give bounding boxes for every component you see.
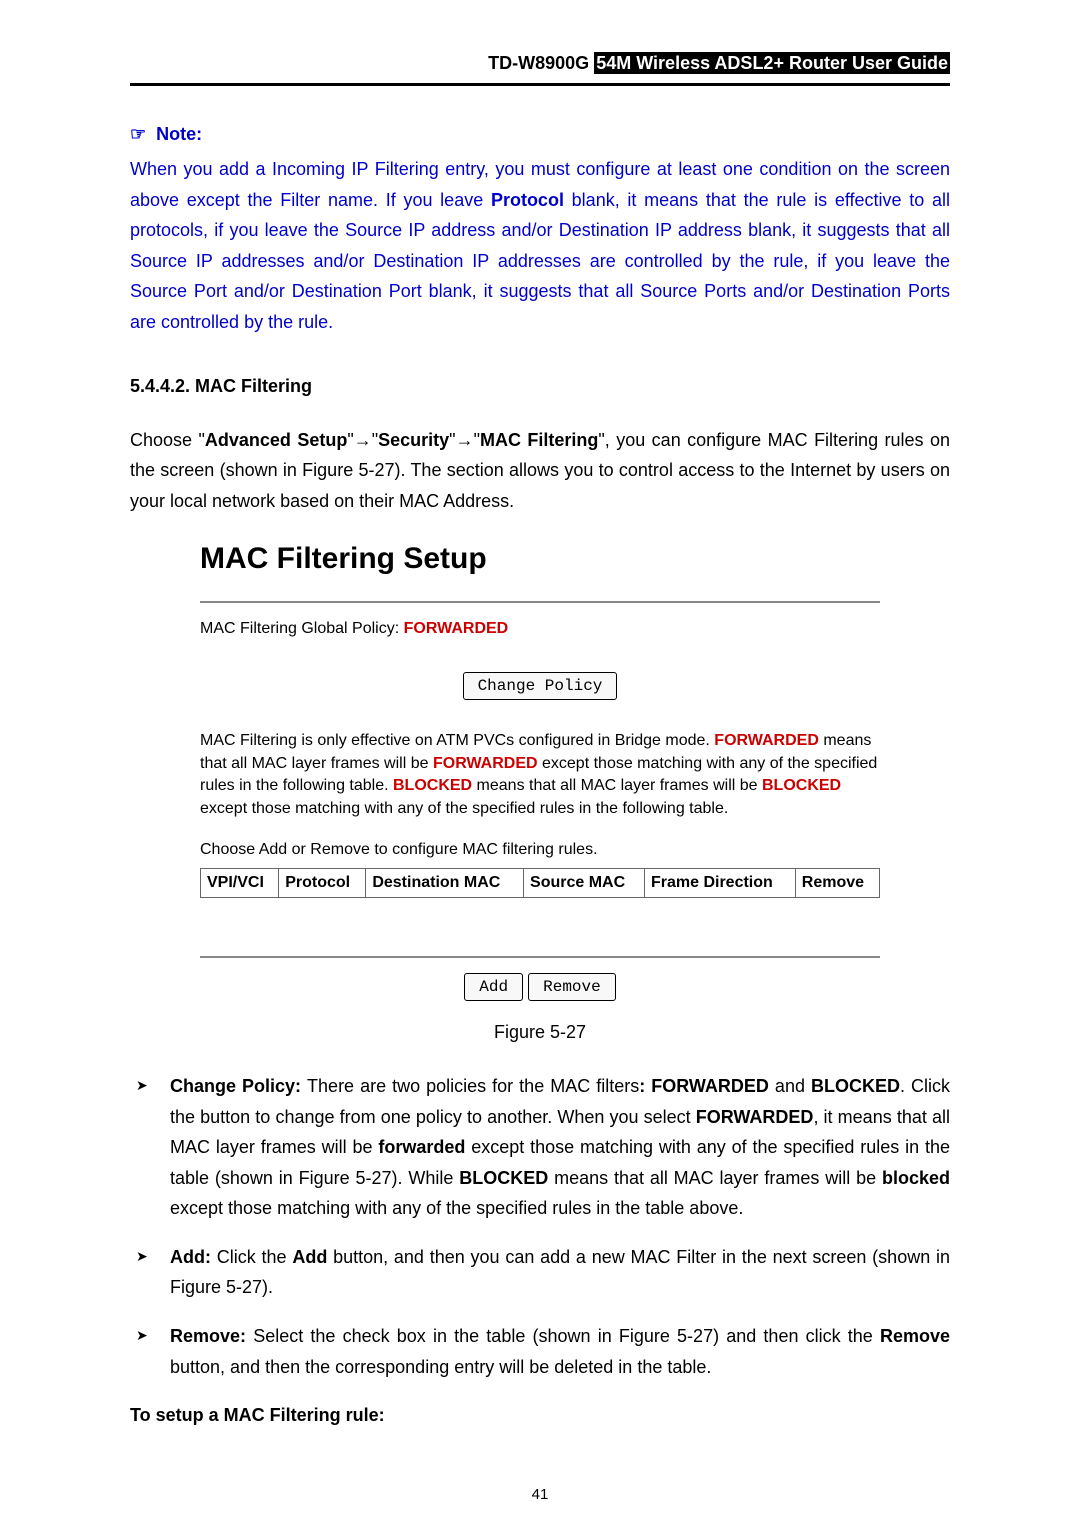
table-empty-area <box>200 898 880 958</box>
section-paragraph: Choose "Advanced Setup"→"Security"→"MAC … <box>130 425 950 517</box>
txt: button, and then the corresponding entry… <box>170 1357 711 1377</box>
txt: means that all MAC layer frames will be <box>548 1168 882 1188</box>
fig-description: MAC Filtering is only effective on ATM P… <box>200 730 880 820</box>
col-vpi-vci: VPI/VCI <box>201 868 279 897</box>
col-remove: Remove <box>795 868 879 897</box>
txt: Click the <box>217 1247 293 1267</box>
txt: There are two policies for the MAC filte… <box>307 1076 639 1096</box>
remove-button[interactable]: Remove <box>528 973 616 1001</box>
bullet-change-policy: ➤ Change Policy: There are two policies … <box>130 1071 950 1224</box>
note-body: When you add a Incoming IP Filtering ent… <box>130 154 950 338</box>
page-header: TD-W8900G 54M Wireless ADSL2+ Router Use… <box>130 50 950 77</box>
screenshot-title: MAC Filtering Setup <box>200 536 880 581</box>
bullet-marker-icon: ➤ <box>130 1321 170 1382</box>
forwarded-word: FORWARDED <box>433 755 538 772</box>
note-heading: Note: <box>130 121 950 148</box>
mac-filter-table: VPI/VCI Protocol Destination MAC Source … <box>200 868 880 898</box>
txt: Add <box>292 1247 327 1267</box>
bullet-content: Add: Click the Add button, and then you … <box>170 1242 950 1303</box>
bullet-head: Remove: <box>170 1326 253 1346</box>
policy-line: MAC Filtering Global Policy: FORWARDED <box>200 617 880 641</box>
path-advanced-setup: Advanced Setup <box>205 430 347 450</box>
forwarded-word: FORWARDED <box>714 732 819 749</box>
section-heading: 5.4.4.2. MAC Filtering <box>130 373 950 400</box>
col-frame-direction: Frame Direction <box>644 868 795 897</box>
fig-rule <box>200 601 880 603</box>
path-mac-filtering: MAC Filtering <box>480 430 598 450</box>
policy-value: FORWARDED <box>404 620 509 637</box>
txt: forwarded <box>378 1137 465 1157</box>
bullet-content: Remove: Select the check box in the tabl… <box>170 1321 950 1382</box>
choose-text: Choose Add or Remove to configure MAC fi… <box>200 838 880 862</box>
txt: except those matching with any of the sp… <box>170 1198 743 1218</box>
txt: : FORWARDED <box>639 1076 769 1096</box>
figure-screenshot: MAC Filtering Setup MAC Filtering Global… <box>200 536 880 1001</box>
arrow-icon: → <box>456 430 474 450</box>
path-security: Security <box>378 430 449 450</box>
model-number: TD-W8900G <box>488 53 589 73</box>
header-rule <box>130 83 950 86</box>
bullet-head: Change Policy: <box>170 1076 307 1096</box>
txt: Remove <box>880 1326 950 1346</box>
bullet-marker-icon: ➤ <box>130 1071 170 1224</box>
col-protocol: Protocol <box>279 868 366 897</box>
col-source-mac: Source MAC <box>524 868 645 897</box>
arrow-icon: → <box>354 430 372 450</box>
setup-rule-heading: To setup a MAC Filtering rule: <box>130 1402 950 1429</box>
txt: BLOCKED <box>459 1168 548 1188</box>
change-policy-row: Change Policy <box>200 671 880 700</box>
txt: except those matching with any of the sp… <box>200 800 728 817</box>
txt: BLOCKED <box>811 1076 900 1096</box>
txt: MAC Filtering is only effective on ATM P… <box>200 732 714 749</box>
add-remove-row: Add Remove <box>200 972 880 1001</box>
change-policy-button[interactable]: Change Policy <box>463 672 618 700</box>
add-button[interactable]: Add <box>464 973 523 1001</box>
txt: Select the check box in the table (shown… <box>253 1326 880 1346</box>
bullet-remove: ➤ Remove: Select the check box in the ta… <box>130 1321 950 1382</box>
blocked-word: BLOCKED <box>393 777 472 794</box>
txt: and <box>769 1076 811 1096</box>
bullet-add: ➤ Add: Click the Add button, and then yo… <box>130 1242 950 1303</box>
blocked-word: BLOCKED <box>762 777 841 794</box>
col-dest-mac: Destination MAC <box>366 868 524 897</box>
bullet-head: Add: <box>170 1247 217 1267</box>
txt: FORWARDED <box>696 1107 814 1127</box>
bullet-marker-icon: ➤ <box>130 1242 170 1303</box>
note-text-2: blank, it means that the rule is effecti… <box>130 190 950 332</box>
figure-caption: Figure 5-27 <box>130 1019 950 1046</box>
note-protocol: Protocol <box>491 190 564 210</box>
txt: blocked <box>882 1168 950 1188</box>
txt: means that all MAC layer frames will be <box>472 777 762 794</box>
policy-label: MAC Filtering Global Policy: <box>200 620 404 637</box>
page-number: 41 <box>130 1484 950 1507</box>
guide-title: 54M Wireless ADSL2+ Router User Guide <box>594 52 950 74</box>
bullet-content: Change Policy: There are two policies fo… <box>170 1071 950 1224</box>
txt: Choose " <box>130 430 205 450</box>
